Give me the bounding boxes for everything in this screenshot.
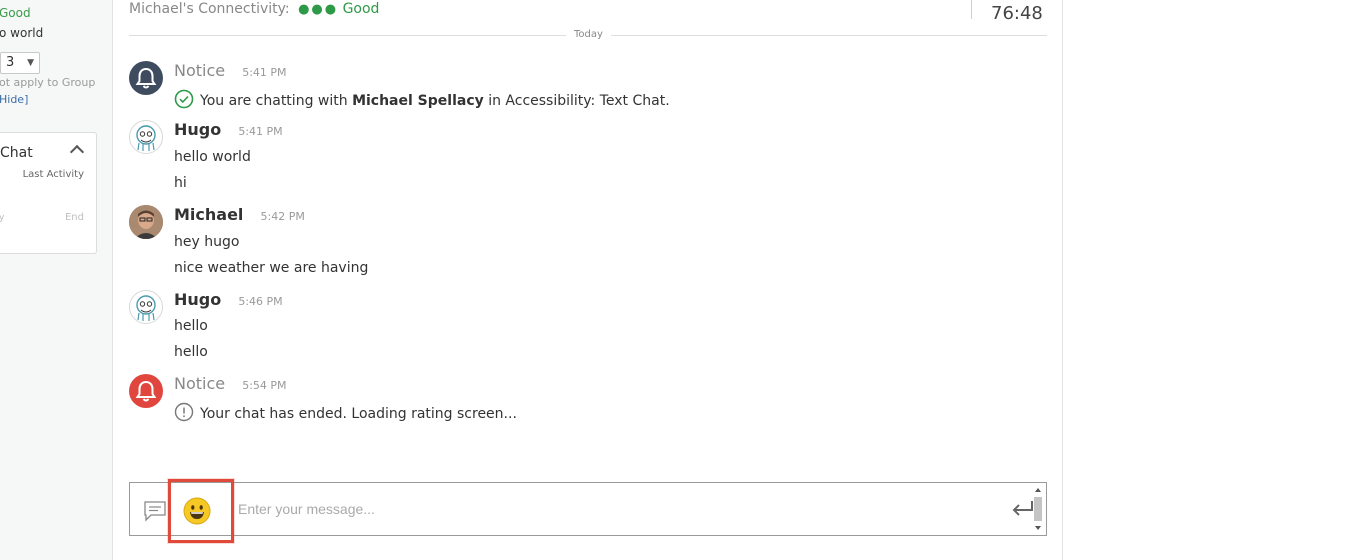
message-text: nice weather we are having <box>174 260 369 276</box>
agent-name: Michael Spellacy <box>352 93 484 109</box>
message-time: 5:41 PM <box>242 66 287 79</box>
alert-circle-icon <box>174 402 194 426</box>
message-header: Notice 5:41 PM <box>174 61 287 80</box>
message-header: Hugo 5:46 PM <box>174 290 283 309</box>
message-input[interactable] <box>238 497 998 521</box>
message-text-pre: You are chatting with <box>200 93 353 109</box>
michael-avatar <box>129 205 163 239</box>
sidebar-chat-card: Chat Last Activity y End <box>0 132 97 254</box>
last-activity-header: Last Activity <box>22 169 84 180</box>
message-group: Notice 5:41 PM You are chatting with Mic… <box>129 61 1029 113</box>
left-sidebar: Good o world 3 ▼ ot apply to Group Hide]… <box>0 0 113 560</box>
bell-icon <box>129 374 163 408</box>
message-header: Hugo 5:41 PM <box>174 120 283 139</box>
sidebar-note: ot apply to Group <box>0 76 96 89</box>
scroll-down-icon[interactable] <box>1035 526 1041 530</box>
sender-name: Hugo <box>174 120 222 139</box>
sidebar-card-row-text: y <box>0 213 4 223</box>
message-header: Michael 5:42 PM <box>174 205 305 224</box>
sidebar-hide-link[interactable]: Hide] <box>0 93 28 106</box>
emoji-icon[interactable] <box>183 497 211 529</box>
chat-timer: 76:48 <box>991 3 1043 24</box>
check-circle-icon <box>174 89 194 113</box>
sender-name: Hugo <box>174 290 222 309</box>
sidebar-select-value: 3 <box>6 55 15 70</box>
message-text: hello <box>174 344 208 360</box>
sender-name: Michael <box>174 205 244 224</box>
sidebar-card-end: End <box>64 212 84 223</box>
message-text: You are chatting with Michael Spellacy i… <box>174 89 670 113</box>
bell-icon <box>129 61 163 95</box>
message-group: Notice 5:54 PM Your chat has ended. Load… <box>129 374 1029 426</box>
connectivity-dots: ●●● <box>298 2 339 17</box>
message-group: Michael 5:42 PM hey hugo nice weather we… <box>129 205 1029 276</box>
chat-panel: Michael's Connectivity: ●●● Good 76:48 T… <box>113 0 1063 560</box>
message-time: 5:54 PM <box>242 379 287 392</box>
message-text: hey hugo <box>174 234 240 250</box>
chat-bubble-icon <box>143 499 167 527</box>
message-text: hi <box>174 175 187 191</box>
message-text-body: Your chat has ended. Loading rating scre… <box>200 406 517 422</box>
hugo-avatar <box>129 120 163 154</box>
sender-name: Notice <box>174 374 226 393</box>
timer-divider <box>971 0 972 19</box>
sender-name: Notice <box>174 61 226 80</box>
connectivity-label: Michael's Connectivity: <box>129 1 290 17</box>
chevron-down-icon: ▼ <box>27 58 34 68</box>
sidebar-status: Good <box>0 6 31 20</box>
sidebar-last-message: o world <box>0 26 44 40</box>
hugo-avatar <box>129 290 163 324</box>
message-text: Your chat has ended. Loading rating scre… <box>174 402 517 426</box>
connectivity-status-text: Good <box>342 1 380 17</box>
scroll-up-icon[interactable] <box>1035 488 1041 492</box>
composer-scrollbar[interactable] <box>1032 485 1044 533</box>
message-group: Hugo 5:41 PM hello world hi <box>129 120 1029 191</box>
message-time: 5:41 PM <box>238 125 283 138</box>
connectivity-status: Michael's Connectivity: ●●● Good <box>129 1 379 17</box>
sidebar-select[interactable]: 3 ▼ <box>0 52 40 74</box>
chevron-up-icon[interactable] <box>69 144 85 160</box>
message-text: hello <box>174 318 208 334</box>
day-label: Today <box>566 29 611 40</box>
message-group: Hugo 5:46 PM hello hello <box>129 290 1029 360</box>
message-header: Notice 5:54 PM <box>174 374 287 393</box>
message-text: hello world <box>174 149 251 165</box>
sidebar-card-title: Chat <box>0 145 33 161</box>
scroll-thumb[interactable] <box>1034 497 1042 521</box>
message-composer <box>129 479 1047 543</box>
message-time: 5:42 PM <box>260 210 305 223</box>
message-text-post: in Accessibility: Text Chat. <box>483 93 670 109</box>
message-time: 5:46 PM <box>238 295 283 308</box>
